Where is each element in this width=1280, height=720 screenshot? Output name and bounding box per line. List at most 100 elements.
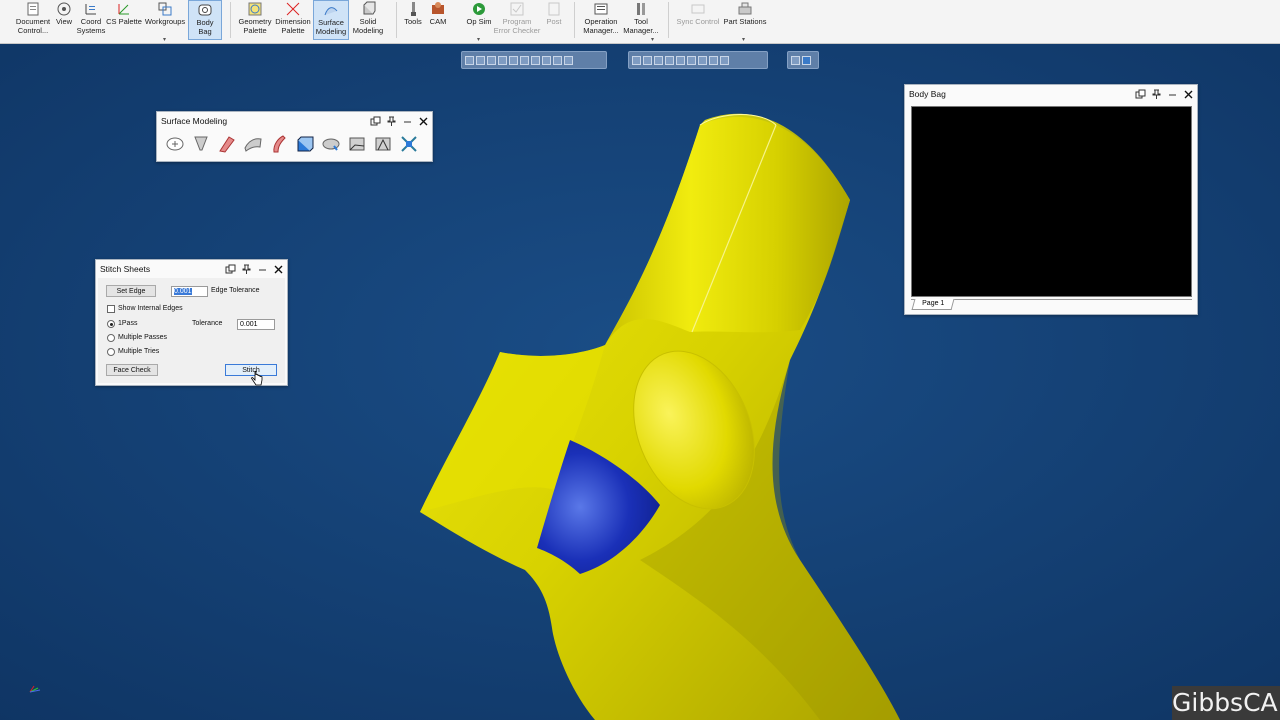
dialog-title-bar[interactable]: Stitch Sheets	[96, 260, 287, 278]
rotate-icon[interactable]	[487, 55, 496, 65]
ribbon-tools[interactable]: Tools	[402, 0, 424, 40]
shaded-icon[interactable]	[632, 55, 641, 65]
radio-multiple-passes[interactable]	[107, 334, 115, 342]
cone-surface-icon	[193, 136, 208, 151]
pin-icon[interactable]	[386, 116, 397, 127]
ribbon-label: Body Bag	[196, 18, 214, 36]
tab-page-1[interactable]: Page 1	[911, 299, 955, 310]
view-right-icon[interactable]	[531, 55, 540, 65]
ribbon-tool-manager[interactable]: Tool Manager...	[621, 0, 661, 40]
ribbon-label: Post	[546, 17, 562, 26]
minimize-icon[interactable]	[402, 116, 413, 127]
tolerance-input[interactable]: 0.001	[237, 319, 275, 330]
box-surface-tool[interactable]	[293, 133, 316, 155]
radio-multiple-tries[interactable]	[107, 348, 115, 356]
view-top-icon[interactable]	[509, 55, 518, 65]
layers-icon[interactable]	[676, 55, 685, 65]
set-edge-button[interactable]: Set Edge	[106, 285, 156, 297]
view-front-icon[interactable]	[520, 55, 529, 65]
edge-tolerance-input[interactable]: 0.001	[171, 286, 208, 297]
pin-icon[interactable]	[241, 264, 252, 275]
ribbon-geometry-palette[interactable]: Geometry Palette	[236, 0, 274, 40]
radio-1pass[interactable]	[107, 320, 115, 328]
minimize-icon[interactable]	[1167, 89, 1178, 100]
minimize-icon[interactable]	[257, 264, 268, 275]
ribbon-post[interactable]: Post	[542, 0, 566, 40]
close-icon[interactable]	[418, 116, 429, 127]
ribbon-surface-modeling[interactable]: Surface Modeling	[313, 0, 349, 40]
point-tool[interactable]	[163, 133, 186, 155]
close-icon[interactable]	[1183, 89, 1194, 100]
ribbon-solid-modeling[interactable]: Solid Modeling	[350, 0, 386, 40]
lighting-icon[interactable]	[698, 55, 707, 65]
palette-title-bar[interactable]: Surface Modeling	[157, 112, 432, 130]
ribbon-workgroups[interactable]: Workgroups	[143, 0, 187, 40]
view-toolbar-3[interactable]	[787, 51, 819, 69]
view-options-icon[interactable]	[564, 55, 573, 65]
ribbon-cam[interactable]: CAM	[426, 0, 450, 40]
workgroups-icon	[158, 2, 172, 16]
revolve-surface-tool[interactable]	[319, 133, 342, 155]
view-toolbar-2[interactable]	[628, 51, 768, 69]
view-toolbar-1[interactable]	[461, 51, 607, 69]
body-bag-title-bar[interactable]: Body Bag	[905, 85, 1197, 103]
operation-manager-icon	[594, 3, 608, 15]
fillet-surface-tool[interactable]	[371, 133, 394, 155]
surface-tools-row	[157, 130, 432, 158]
wireframe-icon[interactable]	[643, 55, 652, 65]
close-icon[interactable]	[273, 264, 284, 275]
dock-icon[interactable]	[370, 116, 381, 127]
dock-icon[interactable]	[1135, 89, 1146, 100]
help-icon[interactable]	[802, 55, 811, 65]
chevron-down-icon[interactable]: ▾	[651, 36, 654, 43]
ribbon-label: Coord Systems	[76, 17, 106, 35]
stitch-surface-tool[interactable]	[397, 133, 420, 155]
redraw-icon[interactable]	[553, 55, 562, 65]
cone-surface-tool[interactable]	[189, 133, 212, 155]
ribbon-label: Program Error Checker	[493, 17, 541, 35]
chevron-down-icon[interactable]: ▾	[477, 36, 480, 43]
pin-icon[interactable]	[1151, 89, 1162, 100]
ribbon-operation-manager[interactable]: Operation Manager...	[580, 0, 622, 40]
materials-icon[interactable]	[687, 55, 696, 65]
pan-icon[interactable]	[476, 55, 485, 65]
edge-tolerance-value: 0.001	[174, 288, 192, 295]
sweep-surface-icon	[272, 135, 286, 153]
surface-modeling-icon	[324, 7, 338, 16]
body-bag-canvas[interactable]	[911, 106, 1192, 297]
blend-surface-tool[interactable]	[345, 133, 368, 155]
ribbon-cs-palette[interactable]: CS Palette	[106, 0, 142, 40]
blend-surface-icon	[349, 137, 364, 151]
ribbon-body-bag[interactable]: Body Bag	[188, 0, 222, 40]
part-stations-icon	[738, 2, 752, 15]
patch-surface-tool[interactable]	[241, 133, 264, 155]
zoom-icon[interactable]	[465, 55, 474, 65]
face-check-button[interactable]: Face Check	[106, 364, 158, 376]
color-icon[interactable]	[709, 55, 718, 65]
dock-icon[interactable]	[225, 264, 236, 275]
stitch-sheets-dialog: Stitch Sheets Set Edge 0.001 Edge Tolera…	[95, 259, 288, 386]
ribbon-op-sim[interactable]: Op Sim	[462, 0, 496, 40]
ruled-surface-tool[interactable]	[215, 133, 238, 155]
ribbon-view[interactable]: View	[53, 0, 75, 40]
chevron-down-icon[interactable]: ▾	[163, 36, 166, 43]
ribbon-coord-systems[interactable]: Coord Systems	[76, 0, 106, 40]
view-iso-icon[interactable]	[542, 55, 551, 65]
hidden-line-icon[interactable]	[654, 55, 663, 65]
ribbon-dimension-palette[interactable]: Dimension Palette	[274, 0, 312, 40]
fit-icon[interactable]	[498, 55, 507, 65]
display-options-icon[interactable]	[720, 55, 729, 65]
section-icon[interactable]	[665, 55, 674, 65]
show-internal-edges-checkbox[interactable]	[107, 305, 115, 313]
chevron-down-icon[interactable]: ▾	[742, 36, 745, 43]
ribbon-part-stations[interactable]: Part Stations	[722, 0, 768, 40]
ribbon-sync-control[interactable]: Sync Control	[674, 0, 722, 40]
ribbon-separator	[230, 2, 231, 38]
ribbon-document-control[interactable]: Document Control...	[11, 0, 55, 40]
ribbon-separator	[574, 2, 575, 38]
sweep-surface-tool[interactable]	[267, 133, 290, 155]
search-icon[interactable]	[791, 55, 800, 65]
dialog-body: Set Edge 0.001 Edge Tolerance Show Inter…	[98, 278, 285, 383]
palette-title: Surface Modeling	[161, 116, 228, 126]
ribbon-program-error-checker[interactable]: Program Error Checker	[492, 0, 542, 40]
